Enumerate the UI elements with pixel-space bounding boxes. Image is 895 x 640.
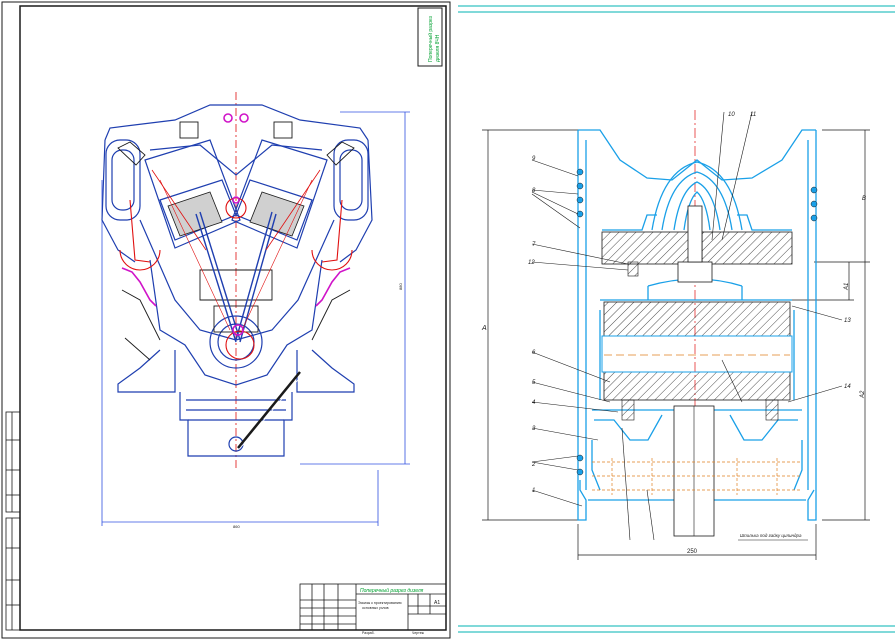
dimension-A xyxy=(482,129,580,521)
engine-cross-section-drawing: Поперечный разрез дизеля 8ЧН 860 880 Поп… xyxy=(1,1,451,639)
stamp-subtitle-line1: Эскизы к проектированию xyxy=(358,601,402,605)
piston-crown xyxy=(603,301,791,337)
right-drawing-sheet: A B A1 A2 250 Шпилька под гайку цилиндра xyxy=(452,0,895,640)
piston-skirt xyxy=(603,371,791,401)
outer-frame xyxy=(1,1,451,639)
bottom-note: Шпилька под гайку цилиндра xyxy=(740,532,802,538)
cylinder-head-right xyxy=(701,231,793,265)
dim-width-label: 860 xyxy=(233,524,240,529)
left-stub-table-lower xyxy=(5,517,21,631)
callout-4: 4 xyxy=(532,400,536,406)
side-note-line1: Поперечный разрез xyxy=(427,15,434,62)
dim-label-250: 250 xyxy=(687,549,698,555)
callout-13: 13 xyxy=(844,318,851,324)
stamp-developer: Разраб. xyxy=(362,631,375,635)
callout-10: 10 xyxy=(728,112,735,118)
cylinder-head-left xyxy=(601,231,703,265)
left-stub-table-upper xyxy=(5,411,21,513)
left-drawing-sheet: Поперечный разрез дизеля 8ЧН 860 880 Поп… xyxy=(0,0,452,640)
injector-body xyxy=(677,261,713,283)
cylinder-assembly-drawing: A B A1 A2 250 Шпилька под гайку цилиндра xyxy=(458,5,895,633)
dim-label-A1: A1 xyxy=(844,283,850,291)
dim-label-A: A xyxy=(481,325,487,332)
piston-body xyxy=(601,335,793,373)
stamp-subtitle-line2: основных узлов xyxy=(362,606,389,610)
overall-dimension-lines xyxy=(101,111,410,526)
callout-14: 14 xyxy=(844,384,851,390)
callout-1: 1 xyxy=(532,488,535,494)
stamp-sheet-format: А1 xyxy=(434,600,440,606)
callout-12: 12 xyxy=(528,260,535,266)
callout-8: 8 xyxy=(532,188,536,194)
stamp-drawing-label: Чертеж xyxy=(412,631,425,635)
dim-height-label: 880 xyxy=(398,283,403,290)
callout-2: 2 xyxy=(531,462,536,468)
dimension-right xyxy=(792,129,870,521)
dim-label-B: B xyxy=(862,196,866,202)
callout-11: 11 xyxy=(750,112,756,118)
callout-3: 3 xyxy=(532,426,536,432)
injector-nozzle xyxy=(687,205,703,263)
side-note-line2: дизеля 8ЧН xyxy=(435,34,441,62)
stamp-title: Поперечный разрез дизеля xyxy=(360,587,424,594)
dim-label-A2: A2 xyxy=(860,390,866,399)
